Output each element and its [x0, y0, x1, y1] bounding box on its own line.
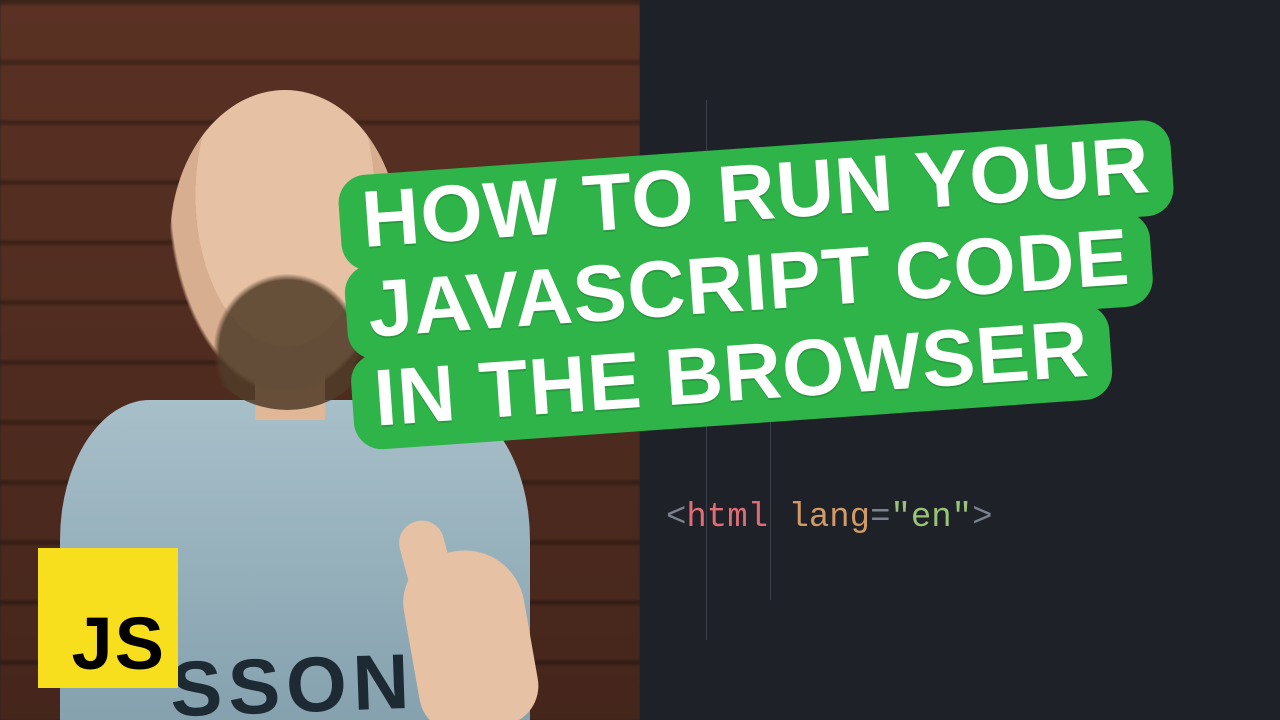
javascript-logo-icon: JS — [38, 548, 178, 688]
thumbnail-stage: SSON <!DOCTYPE html> <html lang="en"> cr… — [0, 0, 1280, 720]
code-line-2: <html lang="en"> — [666, 492, 1280, 545]
code-line-3 — [666, 703, 1280, 720]
shirt-print-text: SSON — [168, 636, 416, 720]
javascript-logo-text: JS — [71, 601, 166, 686]
